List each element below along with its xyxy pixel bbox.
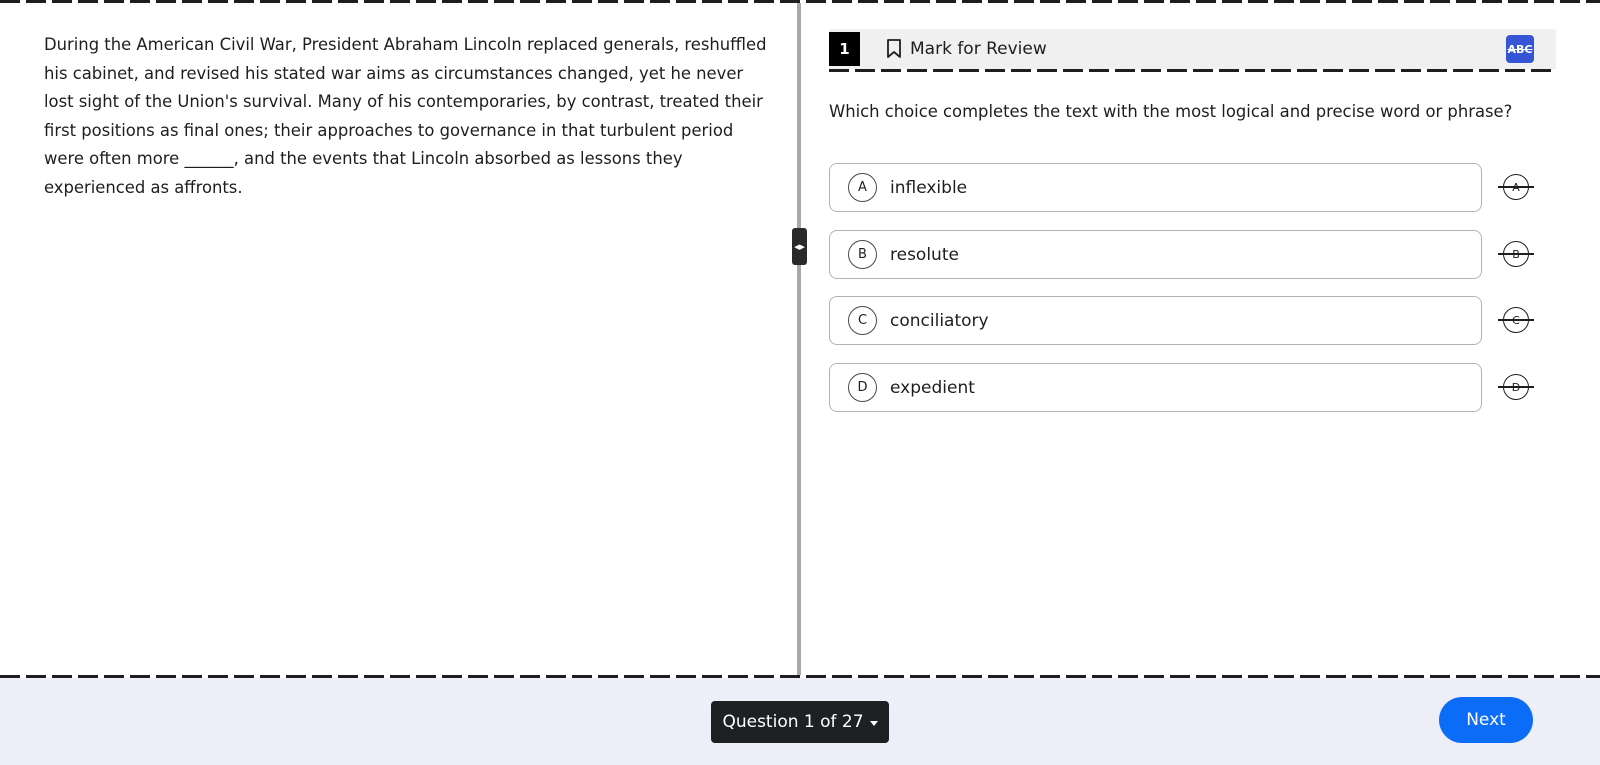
eliminate-choice-d-button[interactable]: D [1498, 374, 1534, 400]
answer-choice-c[interactable]: C conciliatory [829, 296, 1482, 345]
choice-letter-c: C [848, 306, 877, 335]
next-button[interactable]: Next [1439, 697, 1533, 743]
choice-row-c: C conciliatory C [829, 296, 1534, 345]
eliminate-choice-b-button[interactable]: B [1498, 241, 1534, 267]
answer-choice-b[interactable]: B resolute [829, 230, 1482, 279]
choice-row-b: B resolute B [829, 230, 1534, 279]
passage-pane: During the American Civil War, President… [0, 3, 797, 675]
choice-letter-d: D [848, 373, 877, 402]
choice-letter-a: A [848, 173, 877, 202]
choice-text-d: expedient [890, 377, 975, 398]
question-pane: 1 Mark for Review ABC Which choice compl… [801, 3, 1600, 675]
mark-for-review-button[interactable]: Mark for Review [886, 29, 1047, 69]
passage-text: During the American Civil War, President… [44, 35, 767, 197]
choice-text-c: conciliatory [890, 310, 989, 331]
header-dashed-divider [829, 69, 1556, 72]
choice-letter-b: B [848, 240, 877, 269]
question-header: 1 Mark for Review ABC [829, 29, 1556, 69]
abc-eliminator-toggle[interactable]: ABC [1506, 35, 1534, 63]
footer-bar: Question 1 of 27 Next [0, 678, 1600, 765]
eliminate-choice-c-button[interactable]: C [1498, 307, 1534, 333]
answer-choice-a[interactable]: A inflexible [829, 163, 1482, 212]
bookmark-icon [887, 39, 901, 58]
choice-text-b: resolute [890, 244, 959, 265]
question-prompt: Which choice completes the text with the… [829, 102, 1513, 121]
question-navigator-button[interactable]: Question 1 of 27 [711, 701, 889, 743]
choice-row-d: D expedient D [829, 363, 1534, 412]
eliminate-choice-a-button[interactable]: A [1498, 174, 1534, 200]
answer-choice-d[interactable]: D expedient [829, 363, 1482, 412]
choice-row-a: A inflexible A [829, 163, 1534, 212]
choice-text-a: inflexible [890, 177, 968, 198]
mark-for-review-label: Mark for Review [910, 39, 1047, 59]
question-number-badge: 1 [829, 32, 860, 66]
caret-down-icon [869, 720, 878, 726]
question-navigator-label: Question 1 of 27 [722, 712, 864, 732]
